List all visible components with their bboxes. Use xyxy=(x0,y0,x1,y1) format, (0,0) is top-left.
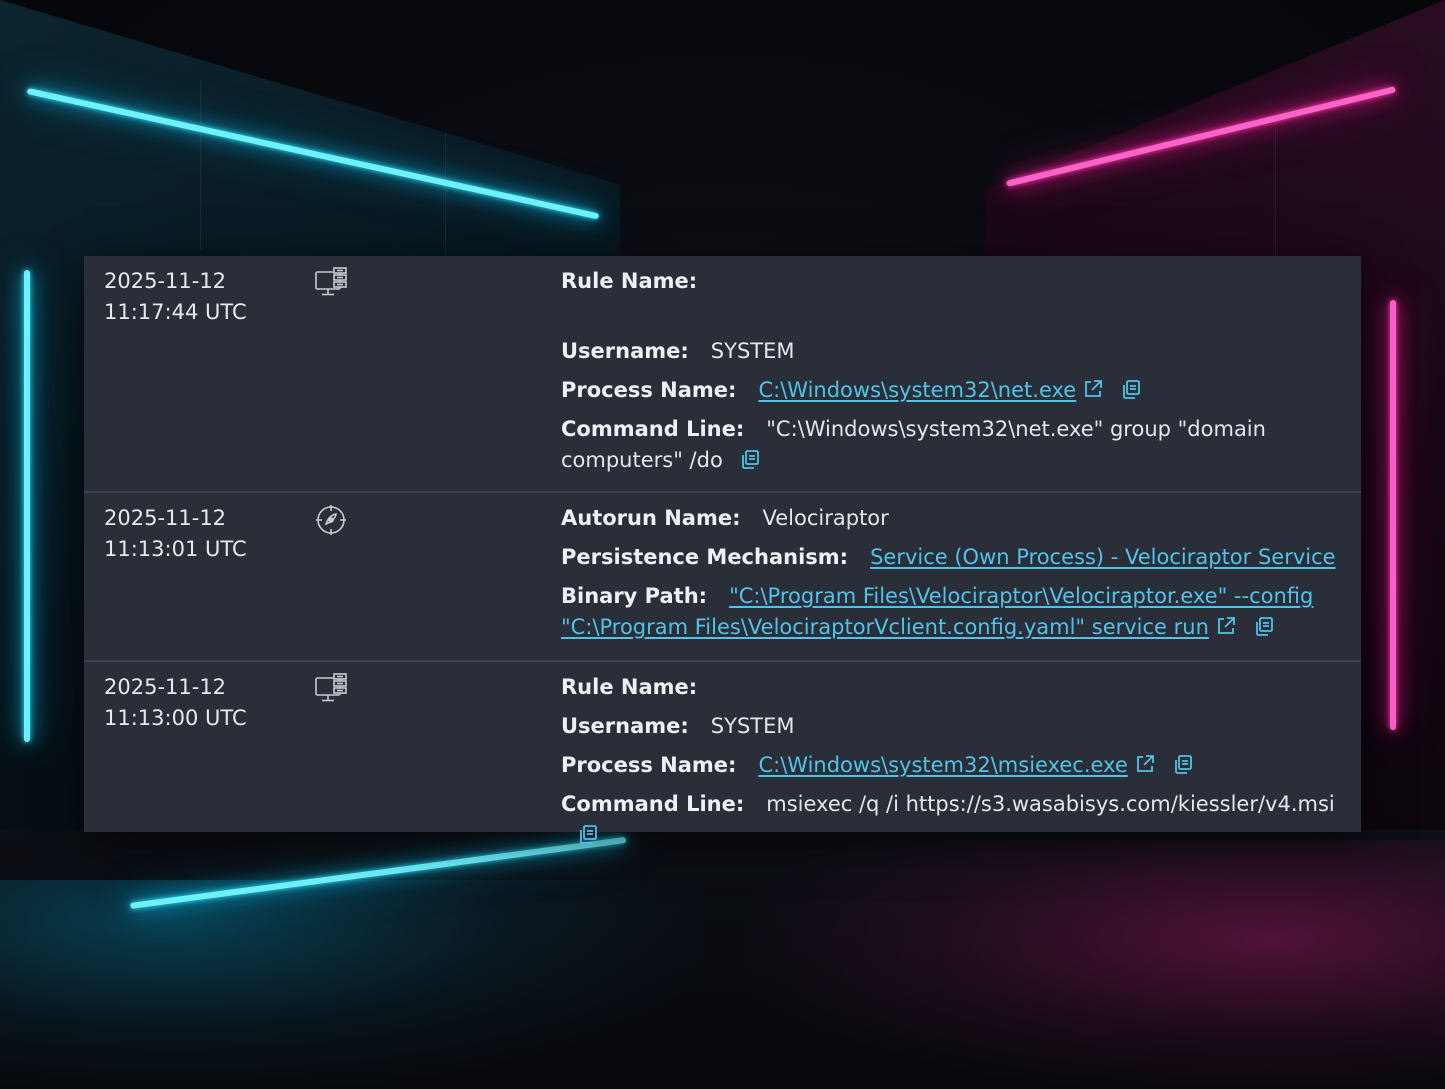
autorun-persistence-icon xyxy=(314,503,348,537)
persistence-mechanism-label: Persistence Mechanism: xyxy=(561,545,849,569)
event-time: 11:13:00 UTC xyxy=(104,706,247,730)
event-details: Autorun Name: Velociraptor Persistence Me… xyxy=(561,503,1353,651)
process-name-field: Process Name: C:\Windows\system32\net.exe xyxy=(561,375,1353,406)
copy-icon[interactable] xyxy=(1172,753,1194,775)
computer-process-icon xyxy=(314,672,348,706)
external-link-icon[interactable] xyxy=(1082,378,1104,400)
process-name-link[interactable]: C:\Windows\system32\msiexec.exe xyxy=(758,753,1127,777)
command-line-field: Command Line: msiexec /q /i https://s3.wa… xyxy=(561,789,1353,851)
wall-seam xyxy=(445,130,446,255)
event-date: 2025-11-12 xyxy=(104,506,227,530)
autorun-name-field: Autorun Name: Velociraptor xyxy=(561,503,1353,534)
autorun-name-label: Autorun Name: xyxy=(561,506,741,530)
event-time: 11:17:44 UTC xyxy=(104,300,247,324)
neon-strip-pink-right xyxy=(1390,300,1396,730)
command-line-label: Command Line: xyxy=(561,792,745,816)
process-name-link[interactable]: C:\Windows\system32\net.exe xyxy=(758,378,1076,402)
event-timestamp: 2025-11-12 11:13:00 UTC xyxy=(104,672,247,734)
event-timestamp: 2025-11-12 11:17:44 UTC xyxy=(104,266,247,328)
rule-name-field: Rule Name: xyxy=(561,266,1353,297)
copy-icon[interactable] xyxy=(577,823,599,845)
event-row[interactable]: 2025-11-12 11:13:01 UTC Autorun Name: Vel… xyxy=(84,493,1361,662)
floor-glow-cyan xyxy=(0,880,700,1089)
rule-name-label: Rule Name: xyxy=(561,269,698,293)
external-link-icon[interactable] xyxy=(1215,615,1237,637)
event-date: 2025-11-12 xyxy=(104,269,227,293)
username-label: Username: xyxy=(561,714,689,738)
username-field: Username: SYSTEM xyxy=(561,336,1353,367)
event-timeline-panel: 2025-11-12 11:17:44 UTC Rule Name: Usern… xyxy=(84,256,1361,844)
autorun-name-value: Velociraptor xyxy=(762,506,889,530)
wall-seam xyxy=(200,80,201,250)
binary-path-label: Binary Path: xyxy=(561,584,708,608)
event-details: Rule Name: Username: SYSTEM Process Name:… xyxy=(561,672,1353,859)
binary-path-field: Binary Path: "C:\Program Files\Velocirapt… xyxy=(561,581,1353,643)
copy-icon[interactable] xyxy=(739,448,761,470)
username-value: SYSTEM xyxy=(710,339,795,363)
event-timestamp: 2025-11-12 11:13:01 UTC xyxy=(104,503,247,565)
process-name-label: Process Name: xyxy=(561,378,737,402)
username-value: SYSTEM xyxy=(710,714,795,738)
event-row[interactable]: 2025-11-12 11:13:00 UTC Rule Name: Usern… xyxy=(84,662,1361,844)
command-line-field: Command Line: "C:\Windows\system32\net.ex… xyxy=(561,414,1353,476)
wall-seam xyxy=(1275,120,1276,255)
persistence-mechanism-link[interactable]: Service (Own Process) - Velociraptor Ser… xyxy=(870,545,1336,569)
event-row[interactable]: 2025-11-12 11:17:44 UTC Rule Name: Usern… xyxy=(84,256,1361,493)
event-date: 2025-11-12 xyxy=(104,675,227,699)
command-line-value: msiexec /q /i https://s3.wasabisys.com/k… xyxy=(766,792,1335,816)
external-link-icon[interactable] xyxy=(1134,753,1156,775)
rule-name-label: Rule Name: xyxy=(561,675,698,699)
event-time: 11:13:01 UTC xyxy=(104,537,247,561)
username-label: Username: xyxy=(561,339,689,363)
rule-name-field: Rule Name: xyxy=(561,672,1353,703)
copy-icon[interactable] xyxy=(1253,615,1275,637)
computer-process-icon xyxy=(314,266,348,300)
username-field: Username: SYSTEM xyxy=(561,711,1353,742)
neon-strip-cyan-left xyxy=(24,270,30,742)
event-details: Rule Name: Username: SYSTEM Process Name:… xyxy=(561,266,1353,484)
command-line-label: Command Line: xyxy=(561,417,745,441)
floor-glow-pink xyxy=(745,840,1445,1089)
process-name-field: Process Name: C:\Windows\system32\msiexec… xyxy=(561,750,1353,781)
copy-icon[interactable] xyxy=(1120,378,1142,400)
persistence-mechanism-field: Persistence Mechanism: Service (Own Proce… xyxy=(561,542,1353,573)
process-name-label: Process Name: xyxy=(561,753,737,777)
